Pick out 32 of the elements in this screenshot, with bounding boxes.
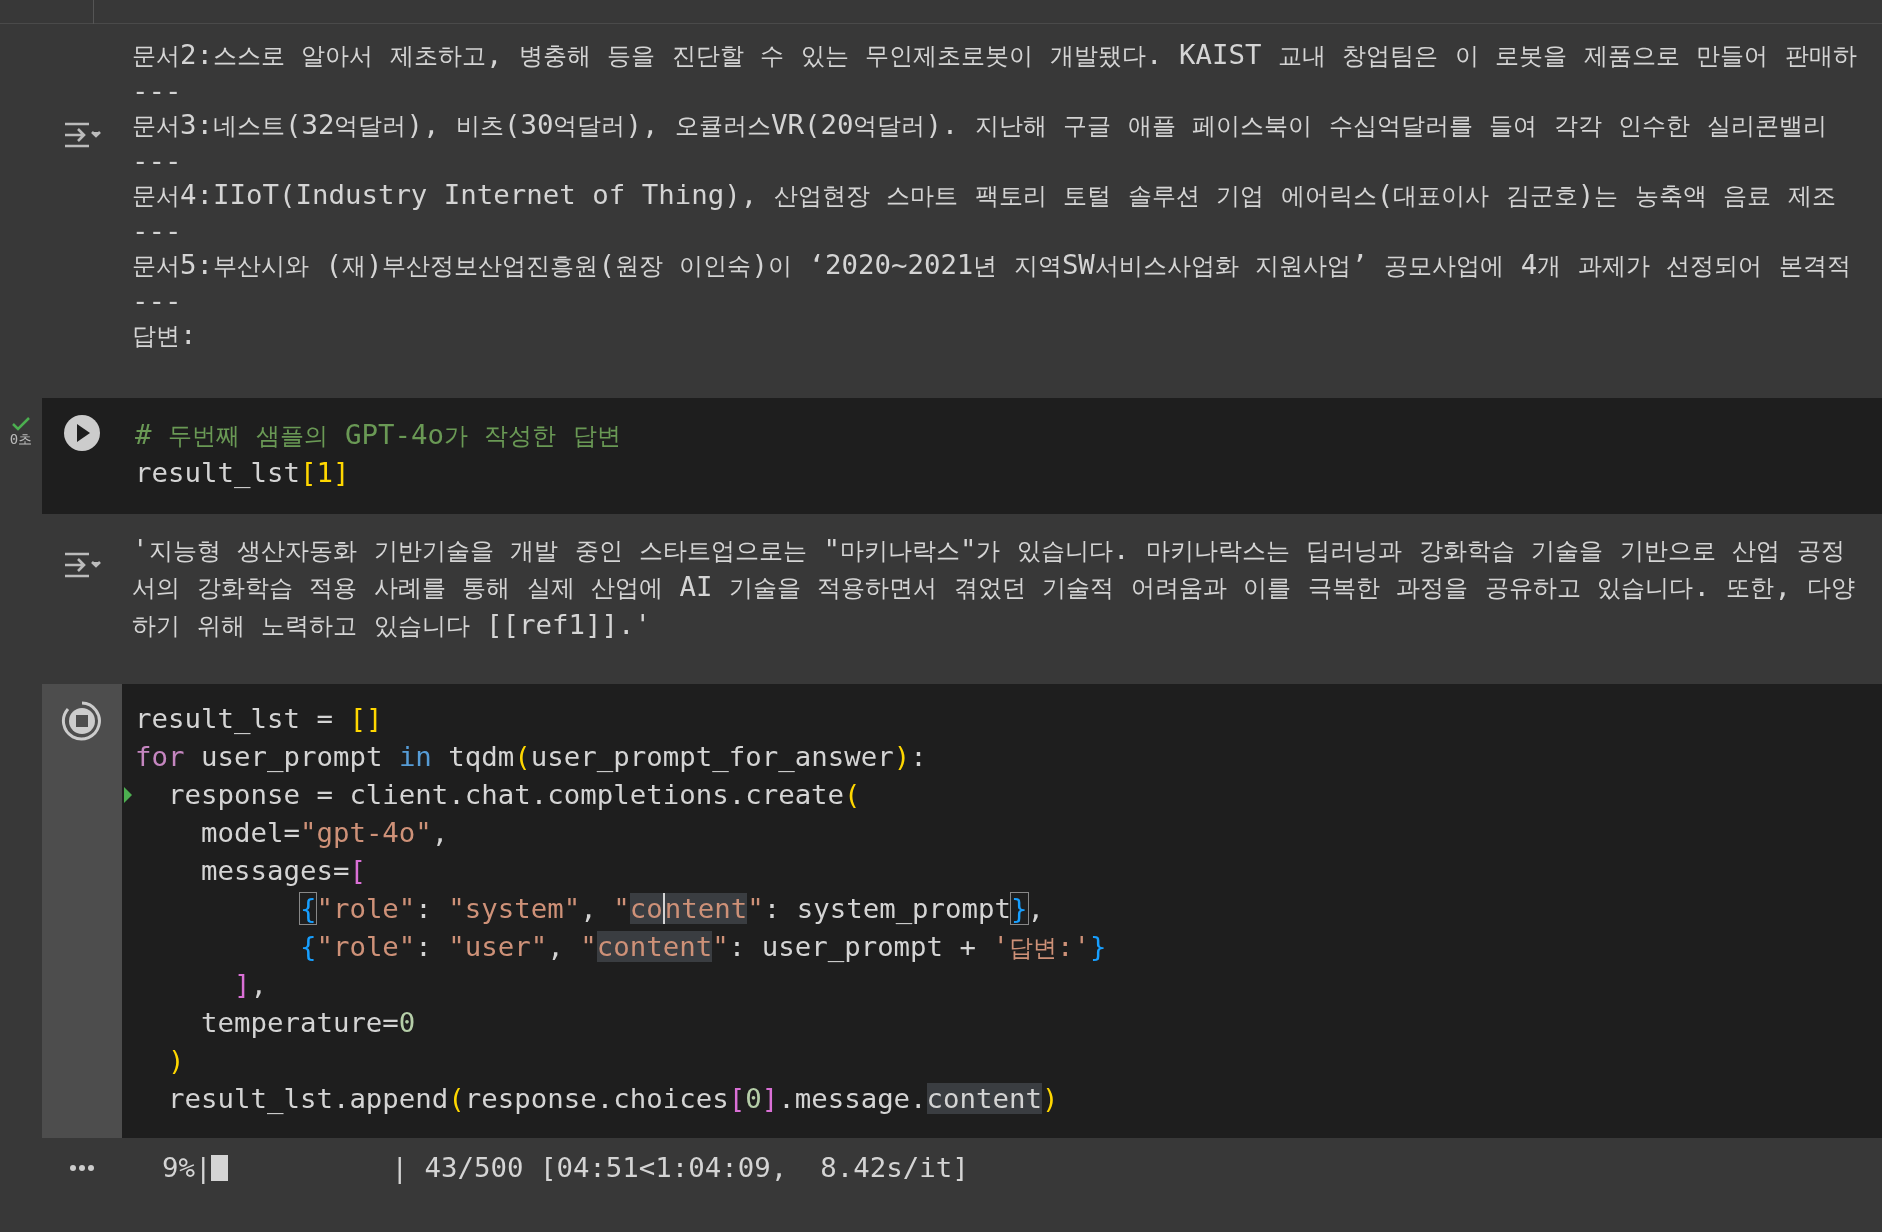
code-line: result_lst.append(response.choices[0].message.content) [167,1082,1059,1117]
more-icon[interactable] [69,1164,95,1172]
output-line: '지능형 생산자동화 기반기술을 개발 중인 스타트업으로는 "마키나락스"가 있습니다. 마키나락스는 딥러닝과 강화학습 기술을 기반으로 산업 공정 [132,532,1845,567]
code-line: messages=[ [199,854,366,889]
output-line: --- [132,283,182,318]
output-line: --- [132,213,182,248]
output-line: 하기 위해 노력하고 있습니다 [[ref1]].' [132,607,651,642]
output-line: --- [132,143,182,178]
output-line: 문서4:IIoT(Industry Internet of Thing), 산업현장 스마트 팩토리 토털 솔루션 기업 에어릭스(대표이사 김군호)는 농축액 음료 제조 [132,178,1836,212]
code-line: result_lst = [] [135,702,383,737]
output-toggle-icon[interactable] [62,120,102,150]
run-button[interactable] [63,413,101,452]
code-line: ) [167,1044,185,1079]
code-line: result_lst[1] [135,455,350,490]
output-line: --- [132,73,182,108]
code-line: temperature=0 [199,1006,416,1041]
stop-button[interactable] [61,700,103,742]
code-line: model="gpt-4o", [199,816,449,851]
code-line: # 두번째 샘플의 GPT-4o가 작성한 답변 [135,417,621,452]
progress-reading: | 43/500 [04:51<1:04:09, 8.42s/it] [391,1151,969,1186]
output-line: 답변: [132,318,197,352]
code-line: for user_prompt in tqdm(user_prompt_for_answer): [135,740,927,775]
output-line: 문서2:스스로 알아서 제초하고, 병충해 등을 진단할 수 있는 무인제초로봇이 개발됐다. KAIST 교내 창업팀은 이 로봇을 제품으로 만들어 판매하 [132,38,1857,72]
output-line: 문서3:네스트(32억달러), 비츠(30억달러), 오큘러스VR(20억달러). 지난해 구글 애플 페이스북이 수십억달러를 들여 각각 인수한 실리콘밸리 [132,108,1827,142]
code-line: response = client.chat.completions.create( [167,778,861,813]
code-line: ], [232,968,267,1003]
progress-percent: 9%| [162,1151,212,1186]
code-line: {"role": "system", "co ntent": system_prompt}, [298,892,1045,927]
execution-time: 0초 [9,431,33,446]
output-line: 문서5:부산시와 (재)부산정보산업진흥원(원장 이인숙)이 ‘2020~2021년 지역SW서비스사업화 지원사업’ 공모사업에 4개 과제가 선정되어 본격적 [132,248,1851,282]
code-line: {"role": "user", "content": user_prompt + '답변:'} [298,930,1107,965]
output-line: 서의 강화학습 적용 사례를 통해 실제 산업에 AI 기술을 적용하면서 겪었던 기술적 어려움과 이를 극복한 과정을 공유하고 있습니다. 또한, 다양 [132,570,1856,604]
